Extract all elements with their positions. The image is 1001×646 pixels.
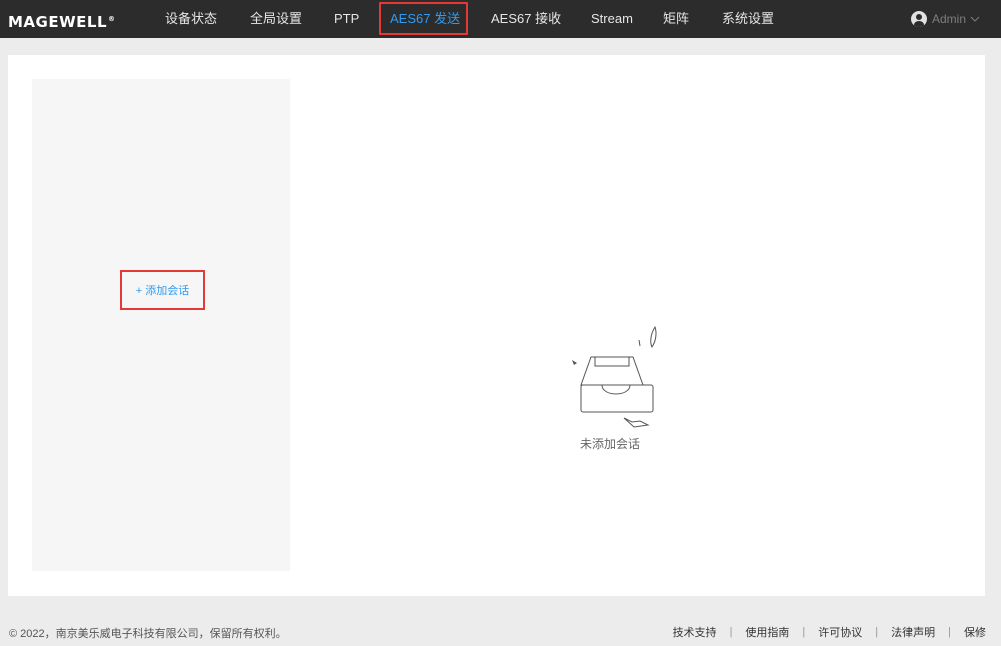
divider: | [729, 626, 733, 638]
nav-device-status[interactable]: 设备状态 [165, 0, 217, 38]
nav-ptp[interactable]: PTP [334, 0, 359, 38]
link-legal[interactable]: 法律声明 [891, 624, 935, 640]
footer-links: 技术支持 | 使用指南 | 许可协议 | 法律声明 | 保修 [673, 624, 986, 640]
empty-inbox-icon [572, 325, 657, 428]
link-warranty[interactable]: 保修 [964, 624, 986, 640]
nav-stream[interactable]: Stream [591, 0, 633, 38]
main-panel: + 添加会话 未添加会话 [8, 55, 985, 596]
empty-state: 未添加会话 [560, 325, 660, 452]
link-user-guide[interactable]: 使用指南 [745, 624, 789, 640]
link-tech-support[interactable]: 技术支持 [673, 624, 717, 640]
session-list-panel: + 添加会话 [32, 79, 290, 571]
logo-text: MAGEWELL [8, 13, 108, 31]
nav-aes67-send[interactable]: AES67 发送 [390, 0, 460, 38]
divider: | [948, 626, 951, 638]
add-session-button[interactable]: + 添加会话 [120, 270, 205, 310]
top-nav-bar: MAGEWELL® 设备状态 全局设置 PTP AES67 发送 AES67 接… [0, 0, 1001, 38]
user-menu[interactable]: Admin [911, 10, 980, 28]
user-name: Admin [932, 12, 967, 26]
divider: | [875, 626, 879, 638]
nav-system-settings[interactable]: 系统设置 [722, 0, 774, 38]
nav-matrix[interactable]: 矩阵 [663, 0, 689, 38]
empty-state-text: 未添加会话 [579, 437, 640, 451]
magewell-logo[interactable]: MAGEWELL® [8, 10, 116, 31]
divider: | [802, 626, 806, 638]
link-license[interactable]: 许可协议 [818, 624, 862, 640]
nav-global-settings[interactable]: 全局设置 [250, 0, 302, 38]
nav-aes67-receive[interactable]: AES67 接收 [491, 0, 561, 38]
chevron-down-icon [970, 16, 980, 22]
user-avatar-icon [911, 11, 927, 27]
footer: © 2022，南京美乐威电子科技有限公司，保留所有权利。 技术支持 | 使用指南… [0, 612, 1001, 646]
copyright-text: © 2022，南京美乐威电子科技有限公司，保留所有权利。 [9, 628, 287, 640]
